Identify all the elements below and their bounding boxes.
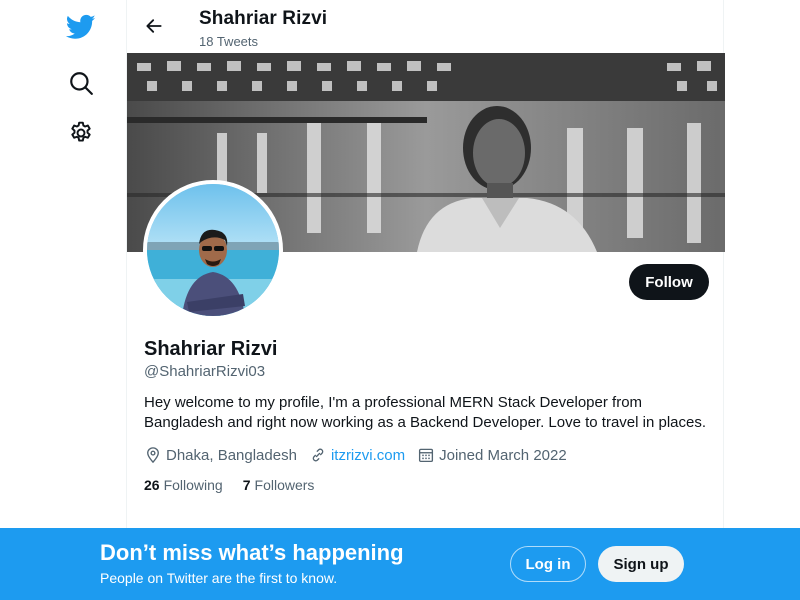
twitter-logo-icon[interactable] — [64, 10, 98, 44]
followers-link[interactable]: 7 Followers — [243, 477, 315, 493]
calendar-icon — [419, 448, 434, 463]
left-nav — [0, 0, 126, 600]
profile-avatar[interactable] — [143, 180, 283, 320]
signup-banner-subtitle: People on Twitter are the first to know. — [100, 570, 338, 586]
profile-bio: Hey welcome to my profile, I'm a profess… — [144, 394, 707, 431]
profile-name: Shahriar Rizvi — [144, 338, 278, 360]
location-text: Dhaka, Bangladesh — [166, 446, 297, 464]
website-item[interactable]: itzrizvi.com — [309, 446, 405, 464]
location-item: Dhaka, Bangladesh — [144, 446, 297, 464]
follow-button[interactable]: Follow — [629, 264, 709, 300]
tweet-count: 18 Tweets — [199, 34, 259, 49]
page-title: Shahriar Rizvi — [199, 8, 328, 29]
following-link[interactable]: 26 Following — [144, 477, 223, 493]
signup-banner-title: Don’t miss what’s happening — [100, 540, 404, 565]
link-icon — [312, 448, 324, 462]
profile-column: Shahriar Rizvi 18 Tweets Follow Shahriar… — [126, 0, 725, 600]
follow-counts: 26 Following 7 Followers — [144, 477, 334, 493]
signup-banner: Don’t miss what’s happening People on Tw… — [0, 528, 800, 600]
back-arrow-icon[interactable] — [141, 13, 167, 39]
profile-handle: @ShahriarRizvi03 — [144, 363, 266, 380]
gear-icon[interactable] — [64, 116, 98, 150]
profile-header-bar: Shahriar Rizvi 18 Tweets — [127, 0, 725, 53]
app-root: Shahriar Rizvi 18 Tweets Follow Shahriar… — [0, 0, 800, 600]
location-pin-icon — [147, 447, 159, 464]
followers-count: 7 — [242, 477, 251, 493]
following-label: Following — [163, 477, 223, 493]
website-link[interactable]: itzrizvi.com — [331, 447, 405, 464]
profile-meta: Dhaka, Bangladesh itzrizvi.com Joined Ma… — [144, 444, 579, 466]
signup-button[interactable]: Sign up — [598, 546, 684, 582]
following-count: 26 — [144, 477, 160, 493]
login-button[interactable]: Log in — [510, 546, 586, 582]
joined-text: Joined March 2022 — [439, 446, 567, 464]
followers-label: Followers — [254, 477, 315, 493]
search-icon[interactable] — [64, 66, 98, 100]
joined-item: Joined March 2022 — [417, 446, 567, 464]
